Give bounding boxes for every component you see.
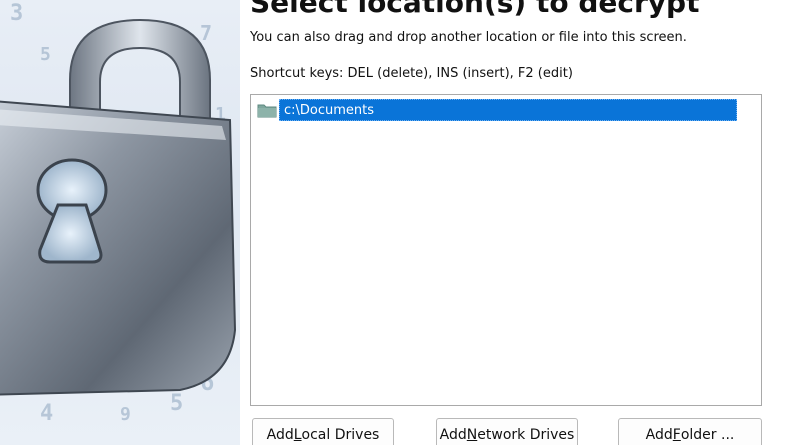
decrypt-dialog: 3 5 7 1 2 8 6 0 4 9 5 Select location(s	[0, 0, 800, 445]
add-local-drives-button[interactable]: Add Local Drives	[252, 418, 394, 445]
location-label[interactable]: c:\Documents	[279, 99, 737, 121]
svg-text:5: 5	[170, 391, 183, 416]
folder-icon	[257, 102, 277, 118]
dialog-title: Select location(s) to decrypt	[250, 0, 700, 19]
shortcut-keys-hint: Shortcut keys: DEL (delete), INS (insert…	[250, 66, 573, 81]
svg-text:3: 3	[10, 1, 23, 26]
svg-text:5: 5	[40, 44, 51, 65]
svg-text:4: 4	[40, 401, 53, 426]
add-folder-button[interactable]: Add Folder ...	[618, 418, 762, 445]
list-item[interactable]: c:\Documents	[257, 99, 737, 121]
locations-list[interactable]: c:\Documents	[250, 94, 762, 406]
svg-text:7: 7	[200, 21, 212, 45]
add-network-drives-button[interactable]: Add Network Drives	[436, 418, 578, 445]
svg-text:9: 9	[120, 404, 131, 425]
padlock-illustration: 3 5 7 1 2 8 6 0 4 9 5	[0, 0, 240, 445]
dialog-subtitle: You can also drag and drop another locat…	[250, 30, 687, 45]
